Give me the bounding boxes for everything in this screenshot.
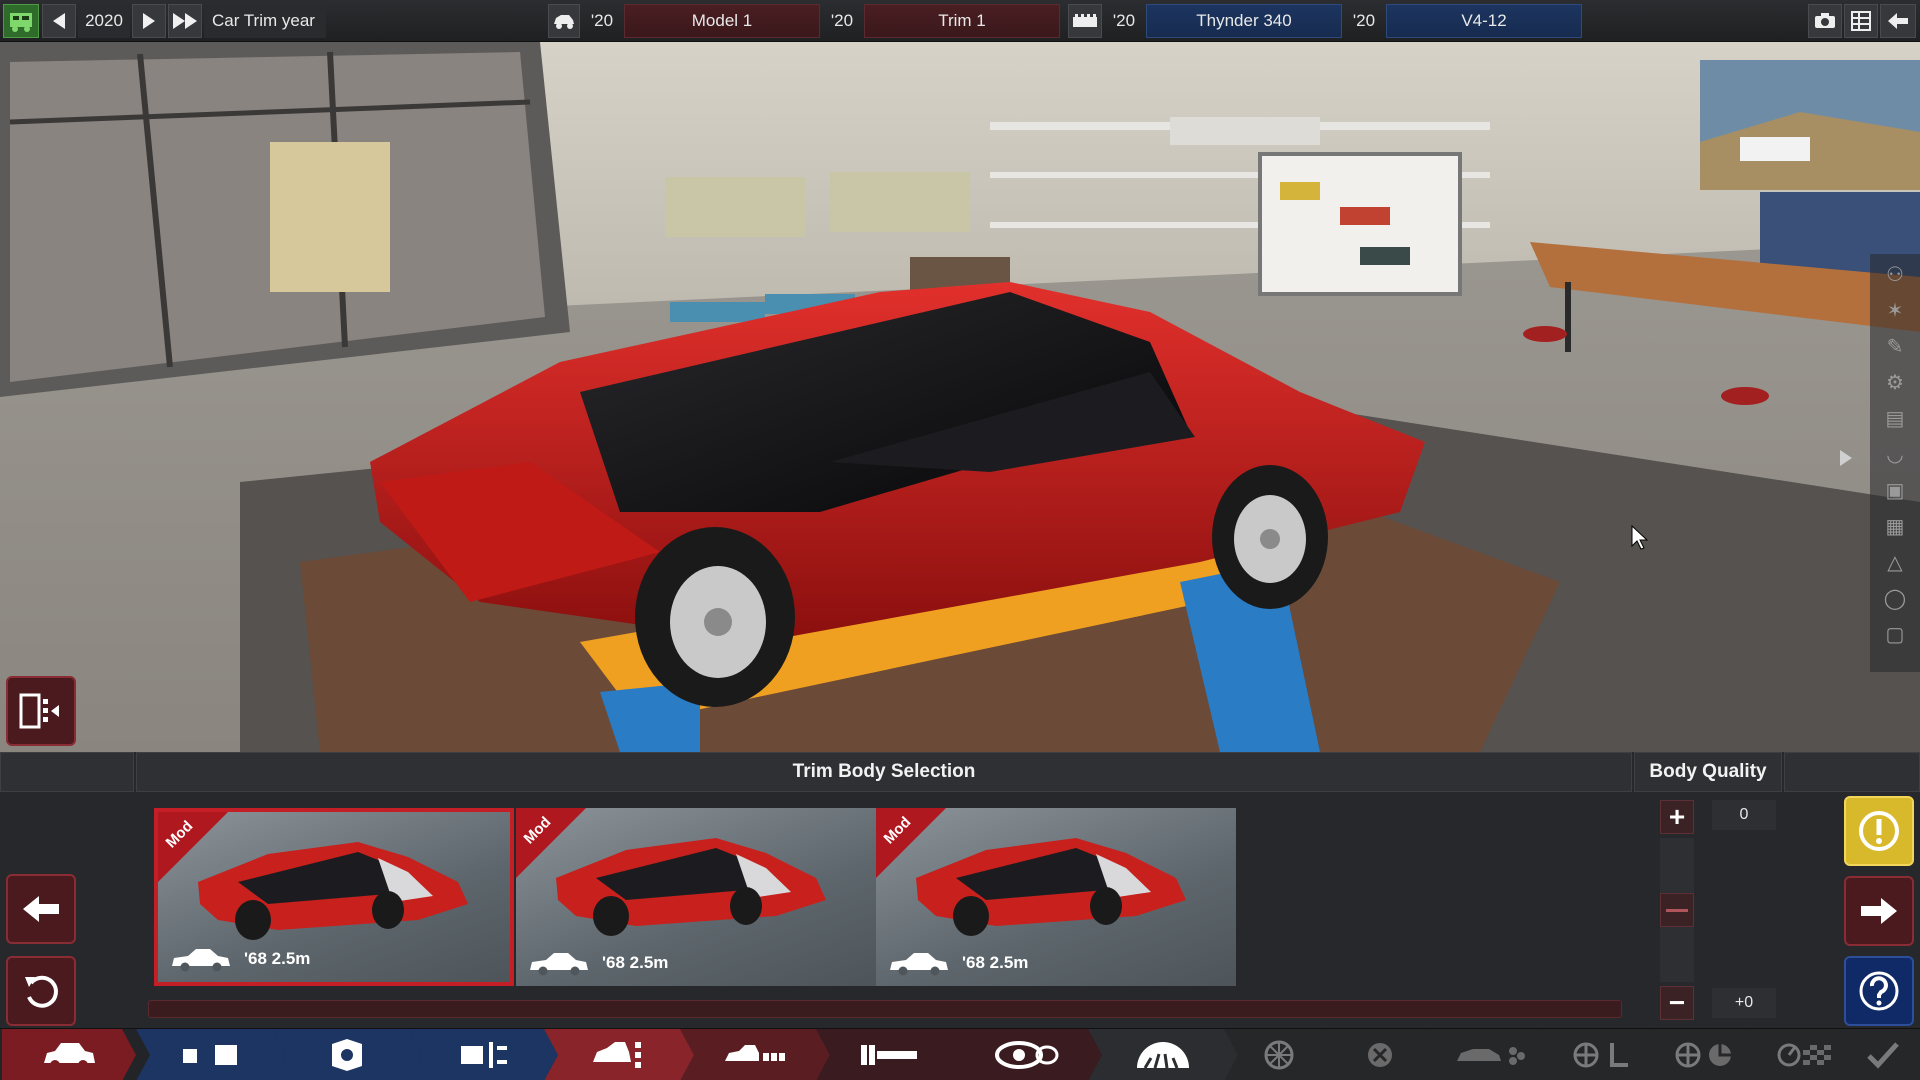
body-card[interactable]: Mod '68 2.5m	[516, 808, 876, 986]
body-info: '68 2.5m	[528, 950, 668, 976]
help-button[interactable]	[1844, 956, 1914, 1026]
car-silhouette-icon	[890, 953, 948, 976]
garage-scene	[0, 42, 1920, 752]
next-step-button[interactable]	[1844, 876, 1914, 946]
undo-icon	[25, 975, 58, 1008]
trim-name[interactable]: Trim 1	[864, 4, 1060, 38]
trim-drivetrain-icon[interactable]	[952, 1029, 1102, 1080]
frame-icon[interactable]: ▢	[1882, 622, 1908, 648]
model-year: '20	[590, 11, 614, 30]
seat-icon[interactable]: △	[1882, 550, 1908, 576]
right-blank-header	[1784, 752, 1920, 792]
wheel-icon[interactable]: ✶	[1882, 298, 1908, 324]
car-silhouette-icon	[172, 949, 230, 972]
trim-chassis-icon[interactable]	[680, 1029, 830, 1080]
engine-block-icon	[1073, 14, 1097, 27]
spreadsheet-button[interactable]	[1844, 4, 1878, 38]
body-card[interactable]: Mod '68 2.5m	[154, 808, 514, 986]
body-scrollbar[interactable]	[148, 1000, 1622, 1018]
warning-button[interactable]	[1844, 796, 1914, 866]
panel-icon[interactable]: ▤	[1882, 406, 1908, 432]
body-year-size: '68 2.5m	[602, 953, 669, 972]
back-icon	[1888, 13, 1908, 29]
quality-title: Body Quality	[1634, 752, 1782, 792]
back-button[interactable]	[1880, 4, 1916, 38]
driver-icon[interactable]: ⚇	[1882, 262, 1908, 288]
quality-slider-knob[interactable]	[1660, 893, 1694, 927]
trim-aero-icon[interactable]	[1224, 1029, 1334, 1080]
app-logo-icon[interactable]	[3, 4, 39, 38]
car-silhouette-icon	[530, 953, 588, 976]
body-card[interactable]: Mod '68 2.5m	[876, 808, 1236, 986]
prev-year-button[interactable]	[42, 4, 76, 38]
camera-icon	[1815, 13, 1835, 28]
engine-variant-year: '20	[1352, 11, 1376, 30]
spoiler-icon[interactable]: ◡	[1882, 442, 1908, 468]
car-model-button[interactable]	[548, 4, 580, 38]
trim-safety-icon[interactable]	[1426, 1029, 1556, 1080]
fast-forward-button[interactable]	[168, 4, 202, 38]
body-info: '68 2.5m	[170, 946, 310, 972]
body-info: '68 2.5m	[888, 950, 1028, 976]
view-options-strip: ⚇ ✶ ✎ ⚙ ▤ ◡ ▣ ▦ △ ◯ ▢	[1840, 254, 1920, 672]
trim-body-icon[interactable]	[544, 1029, 694, 1080]
trim-test-icon[interactable]	[1542, 1029, 1662, 1080]
bottom-nav	[0, 1028, 1920, 1080]
spreadsheet-icon	[1851, 11, 1871, 31]
mode-label: Car Trim year	[204, 4, 326, 38]
top-bar: 2020 Car Trim year '20 Model 1 '20 Trim …	[0, 0, 1920, 42]
engine-view-icon[interactable]: ▣	[1882, 478, 1908, 504]
layout-icon	[19, 693, 59, 729]
strip-collapse-icon[interactable]	[1840, 450, 1852, 466]
help-icon	[1859, 971, 1899, 1011]
reset-button[interactable]	[6, 956, 76, 1026]
model-name[interactable]: Model 1	[624, 4, 820, 38]
engine-family[interactable]: Thynder 340	[1146, 4, 1342, 38]
arrow-right-icon	[1861, 898, 1897, 924]
trim-tyres-icon[interactable]	[1088, 1029, 1238, 1080]
engine-variant[interactable]: V4-12	[1386, 4, 1582, 38]
left-blank-header	[0, 752, 134, 792]
body-year-size: '68 2.5m	[962, 953, 1029, 972]
layout-toggle-button[interactable]	[6, 676, 76, 746]
trim-year: '20	[830, 11, 854, 30]
car-icon	[554, 15, 574, 29]
engine-button[interactable]	[1068, 4, 1102, 38]
camera-button[interactable]	[1808, 4, 1842, 38]
panel-title: Trim Body Selection	[136, 752, 1632, 792]
garage-viewport[interactable]: ⚇ ✶ ✎ ⚙ ▤ ◡ ▣ ▦ △ ◯ ▢	[0, 42, 1920, 752]
car-body-icon[interactable]	[2, 1029, 136, 1080]
quality-value: 0	[1712, 800, 1776, 830]
play-icon	[143, 13, 155, 29]
prev-icon	[53, 13, 65, 29]
fast-forward-icon	[173, 13, 197, 29]
grille-icon[interactable]: ▦	[1882, 514, 1908, 540]
quality-delta: +0	[1712, 988, 1776, 1018]
quality-decrease-button[interactable]: −	[1660, 986, 1694, 1020]
body-year-size: '68 2.5m	[244, 949, 311, 968]
engine-tuning-icon[interactable]	[408, 1029, 558, 1080]
trim-finish-icon[interactable]	[1750, 1029, 1860, 1080]
warning-icon	[1859, 811, 1899, 851]
trim-suspension-icon[interactable]	[816, 1029, 966, 1080]
fixtures-icon[interactable]	[136, 1029, 286, 1080]
engine-blocks-icon[interactable]	[272, 1029, 422, 1080]
gearbox-icon[interactable]: ⚙	[1882, 370, 1908, 396]
play-button[interactable]	[132, 4, 166, 38]
engine-family-year: '20	[1112, 11, 1136, 30]
quality-increase-button[interactable]: +	[1660, 800, 1694, 834]
arrow-left-icon	[23, 896, 59, 922]
trim-brakes-icon[interactable]	[1648, 1029, 1764, 1080]
trim-interior-icon[interactable]	[1320, 1029, 1440, 1080]
tool-icon[interactable]: ✎	[1882, 334, 1908, 360]
previous-step-button[interactable]	[6, 874, 76, 944]
steering-icon[interactable]: ◯	[1882, 586, 1908, 612]
year-display: 2020	[78, 4, 130, 38]
